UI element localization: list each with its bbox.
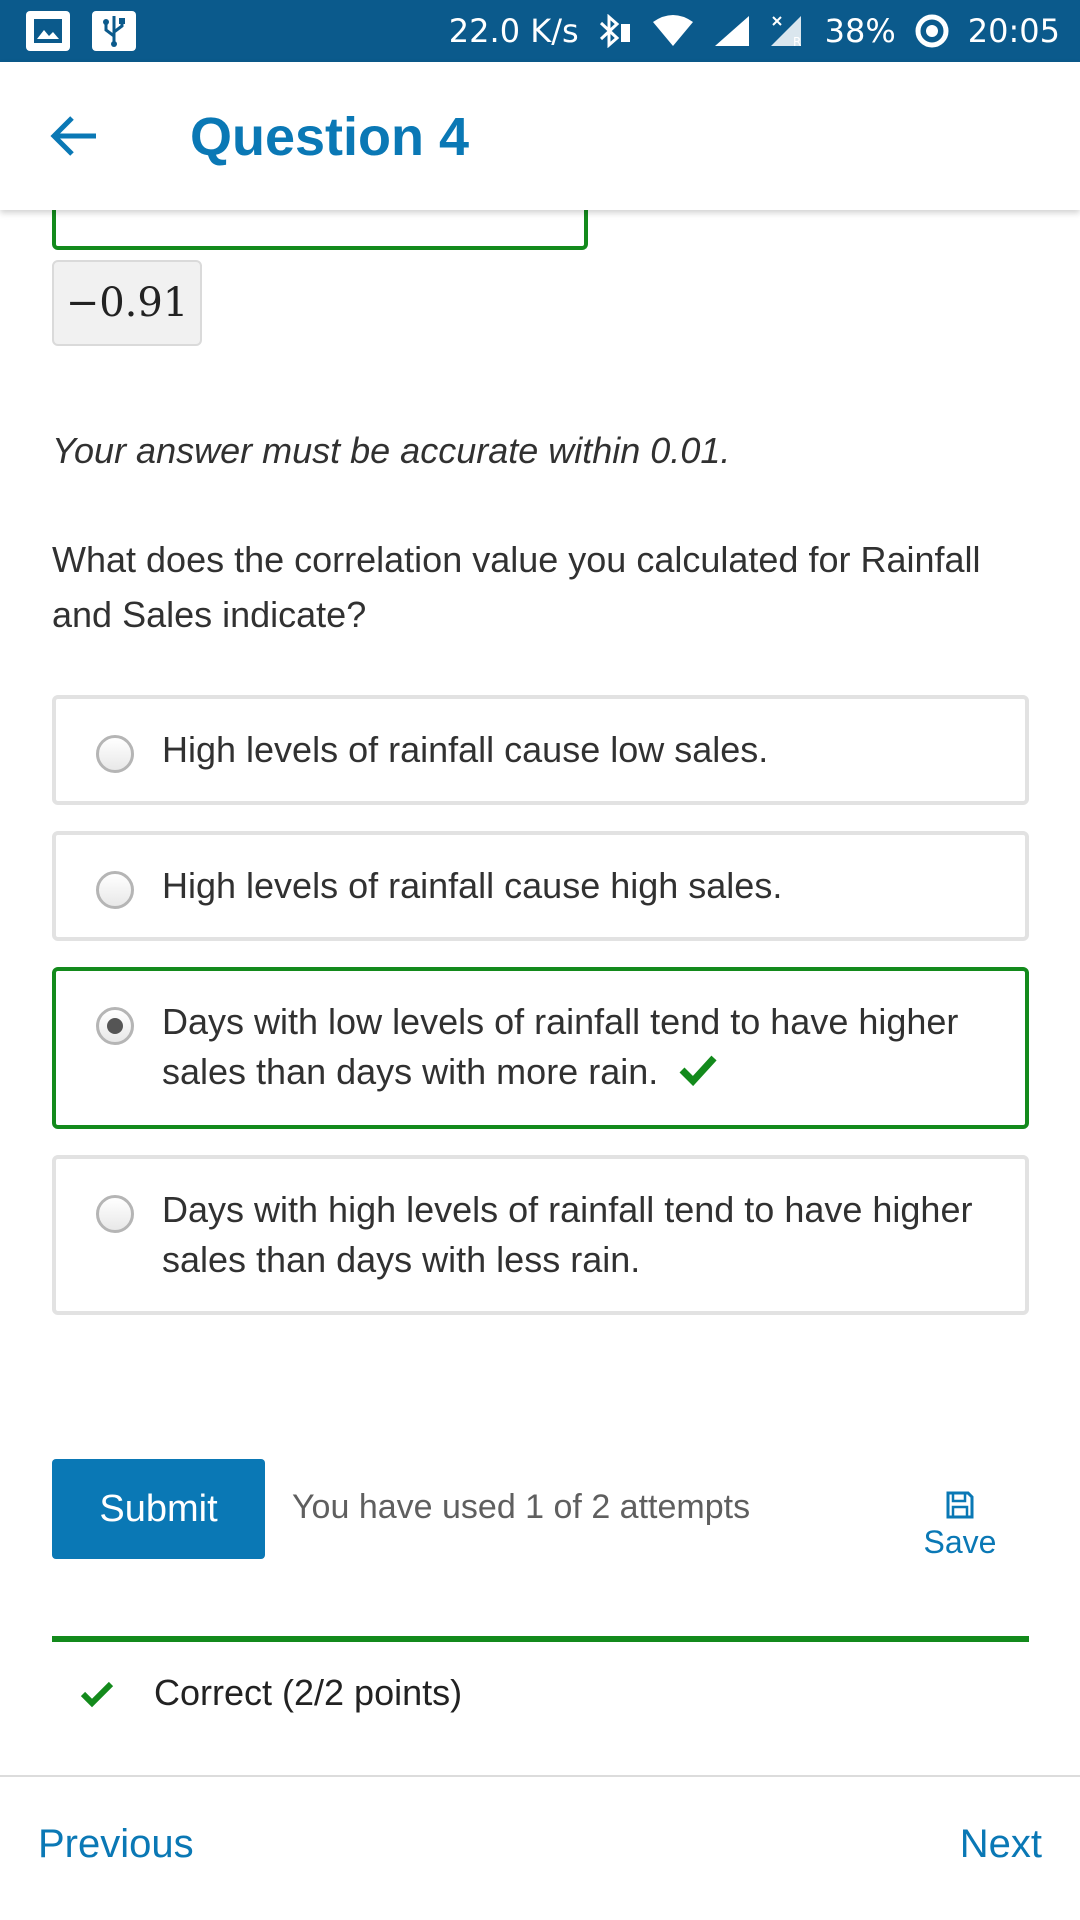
- feedback-text: Correct (2/2 points): [154, 1672, 463, 1713]
- divider: [0, 1775, 1080, 1777]
- arrow-left-icon: [50, 116, 96, 156]
- answer-preview: −0.91: [52, 260, 202, 346]
- option-3[interactable]: Days with low levels of rainfall tend to…: [52, 967, 1029, 1130]
- floppy-disk-icon: [946, 1491, 974, 1519]
- page-title: Question 4: [190, 107, 470, 167]
- usb-icon: [92, 11, 136, 51]
- back-button[interactable]: [46, 110, 102, 162]
- attempts-status: You have used 1 of 2 attempts: [292, 1488, 751, 1526]
- bluetooth-icon: [597, 14, 633, 48]
- correct-check-icon: [678, 1049, 718, 1099]
- battery-level: 38%: [824, 12, 896, 50]
- submit-button[interactable]: Submit: [52, 1459, 265, 1559]
- gallery-icon: [26, 11, 70, 51]
- feedback-banner: Correct (2/2 points): [52, 1636, 1029, 1716]
- radio-button[interactable]: [96, 871, 134, 909]
- option-label: Days with high levels of rainfall tend t…: [162, 1189, 973, 1281]
- next-button[interactable]: Next: [960, 1822, 1042, 1867]
- app-bar: Question 4: [0, 62, 1080, 210]
- battery-ring-icon: [914, 13, 950, 49]
- radio-button[interactable]: [96, 1195, 134, 1234]
- option-4[interactable]: Days with high levels of rainfall tend t…: [52, 1155, 1029, 1316]
- status-bar: 22.0 K/s R 38% 20:05: [0, 0, 1080, 62]
- previous-button[interactable]: Previous: [38, 1822, 194, 1867]
- correct-check-icon: [80, 1680, 114, 1713]
- radio-button[interactable]: [96, 735, 134, 773]
- signal-icon: [713, 14, 751, 48]
- clock: 20:05: [967, 12, 1060, 50]
- accuracy-note: Your answer must be accurate within 0.01…: [52, 430, 731, 471]
- save-label: Save: [923, 1524, 997, 1560]
- option-label: High levels of rainfall cause low sales.: [162, 729, 769, 770]
- question-text: What does the correlation value you calc…: [52, 539, 981, 635]
- network-speed: 22.0 K/s: [448, 12, 579, 50]
- svg-text:R: R: [793, 35, 801, 48]
- option-label: Days with low levels of rainfall tend to…: [162, 1001, 959, 1092]
- wifi-icon: [651, 14, 695, 48]
- roaming-signal-icon: R: [769, 14, 807, 48]
- answer-options: High levels of rainfall cause low sales.…: [52, 695, 1029, 1341]
- option-2[interactable]: High levels of rainfall cause high sales…: [52, 831, 1029, 941]
- option-1[interactable]: High levels of rainfall cause low sales.: [52, 695, 1029, 805]
- save-button[interactable]: Save: [900, 1490, 1020, 1561]
- radio-button-selected[interactable]: [96, 1007, 134, 1045]
- option-label: High levels of rainfall cause high sales…: [162, 865, 783, 906]
